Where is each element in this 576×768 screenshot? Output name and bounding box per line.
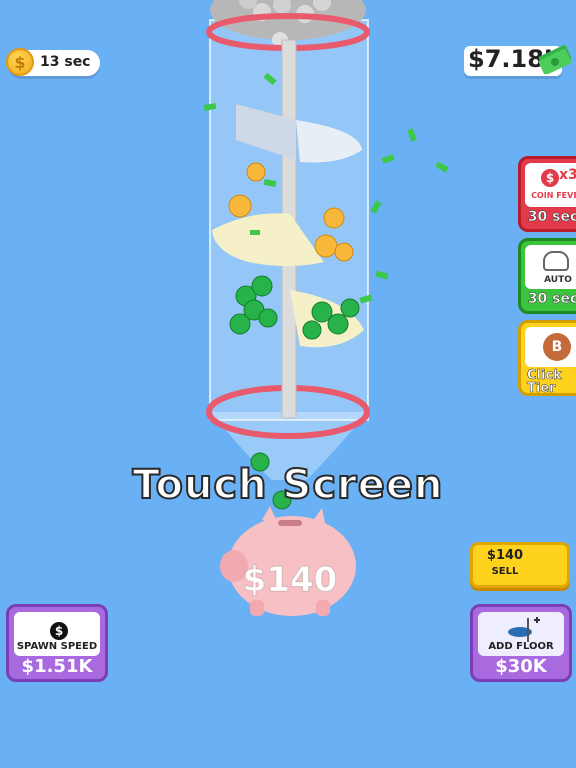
cash-stack-icon [538, 45, 572, 74]
spawn-speed-button[interactable]: $ SPAWN SPEED $1.51K [6, 604, 108, 682]
click-tier-card: B [525, 327, 576, 367]
add-floor-icon [508, 617, 540, 642]
add-floor-label: ADD FLOOR [488, 641, 554, 652]
coin-fever-icon: $ [541, 169, 559, 187]
auto-card: AUTO [525, 245, 576, 289]
coin-icon: $ [6, 48, 34, 76]
timer-text: 13 sec [40, 54, 91, 70]
fever-label: COIN FEVER [531, 191, 576, 200]
coin-fever-card: $ x3 COIN FEVER [525, 163, 576, 207]
add-floor-cost: $30K [495, 656, 547, 677]
touch-screen-prompt: Touch Screen [131, 461, 444, 509]
fever-time: 30 sec [527, 209, 576, 226]
add-floor-button[interactable]: ADD FLOOR $30K [470, 604, 572, 682]
fever-multiplier: x3 [559, 167, 576, 183]
coin-drop-icon: $ [50, 622, 68, 640]
auto-label: AUTO [544, 275, 572, 285]
auto-booster[interactable]: AUTO 30 sec [518, 238, 576, 314]
click-tier-booster[interactable]: B Click Tier [518, 320, 576, 396]
click-tier-label: Click Tier [527, 368, 562, 396]
coin-fever-booster[interactable]: $ x3 COIN FEVER 30 sec [518, 156, 576, 232]
bronze-medal-icon: B [543, 333, 571, 361]
sell-label: SELL [491, 566, 519, 577]
piggy-value: $140 [242, 560, 338, 601]
sell-price: $140 [486, 548, 524, 563]
hand-tap-icon [543, 251, 569, 271]
spawn-speed-label: SPAWN SPEED [16, 641, 98, 652]
auto-time: 30 sec [527, 291, 576, 308]
spawn-speed-cost: $1.51K [21, 656, 93, 677]
